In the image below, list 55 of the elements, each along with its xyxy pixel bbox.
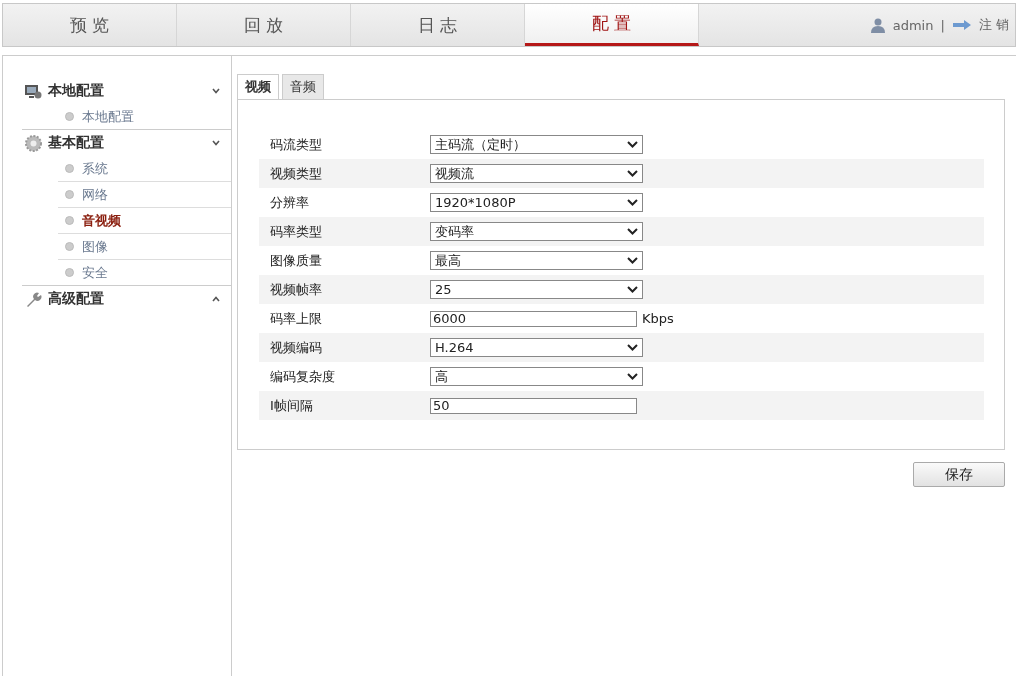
field-label: 视频帧率 bbox=[269, 280, 323, 299]
dropdown[interactable]: 最高 bbox=[430, 251, 643, 270]
chevron-down-icon bbox=[627, 228, 638, 235]
field-label: 码率上限 bbox=[269, 309, 323, 328]
field-label: 图像质量 bbox=[269, 251, 323, 270]
dropdown[interactable]: 25 bbox=[430, 280, 643, 299]
field-label: 分辨率 bbox=[269, 193, 310, 212]
sidebar-item[interactable]: 安全 bbox=[58, 260, 231, 285]
chevron-down-icon bbox=[627, 286, 638, 293]
chevron-down-icon bbox=[627, 199, 638, 206]
gear-icon bbox=[25, 134, 42, 152]
chevron-down-icon bbox=[627, 170, 638, 177]
save-button[interactable]: 保存 bbox=[913, 462, 1005, 487]
tab[interactable]: 视频 bbox=[237, 74, 279, 99]
dropdown[interactable]: 变码率 bbox=[430, 222, 643, 241]
chevron-down-icon bbox=[212, 88, 220, 94]
field-label: 视频编码 bbox=[269, 338, 323, 357]
chevron-down-icon bbox=[627, 141, 638, 148]
chevron-down-icon bbox=[627, 344, 638, 351]
sidebar-item[interactable]: 图像 bbox=[58, 234, 231, 260]
separator: | bbox=[940, 17, 945, 33]
dropdown[interactable]: 高 bbox=[430, 367, 643, 386]
input-field[interactable]: 6000 bbox=[430, 310, 637, 327]
field-label: 码率类型 bbox=[269, 222, 323, 241]
chevron-up-icon bbox=[212, 296, 220, 302]
dropdown[interactable]: 主码流（定时） bbox=[430, 135, 643, 154]
field-label: 编码复杂度 bbox=[269, 367, 336, 386]
dropdown[interactable]: 1920*1080P bbox=[430, 193, 643, 212]
field-label: 视频类型 bbox=[269, 164, 323, 183]
nav-tab[interactable]: 回 放 bbox=[177, 4, 351, 46]
tab[interactable]: 音频 bbox=[282, 74, 324, 99]
nav-tab[interactable]: 配 置 bbox=[525, 4, 699, 46]
sidebar-item[interactable]: 音视频 bbox=[58, 208, 231, 234]
dropdown[interactable]: H.264 bbox=[430, 338, 643, 357]
sidebar-item[interactable]: 本地配置 bbox=[58, 104, 231, 129]
logout-link[interactable]: 注 销 bbox=[978, 16, 1009, 34]
monitor-icon bbox=[25, 83, 42, 99]
input-field[interactable]: 50 bbox=[430, 397, 637, 414]
chevron-down-icon bbox=[627, 373, 638, 380]
wrench-icon bbox=[25, 290, 42, 308]
chevron-down-icon bbox=[627, 257, 638, 264]
sidebar-group-header[interactable]: 本地配置 bbox=[22, 78, 231, 104]
nav-tab[interactable]: 预 览 bbox=[3, 4, 177, 46]
unit-label: Kbps bbox=[642, 311, 674, 326]
sidebar-group-header[interactable]: 基本配置 bbox=[22, 130, 231, 156]
field-label: I帧间隔 bbox=[269, 396, 314, 415]
sidebar-group-header[interactable]: 高级配置 bbox=[22, 286, 231, 312]
sidebar-item[interactable]: 网络 bbox=[58, 182, 231, 208]
field-label: 码流类型 bbox=[269, 135, 323, 154]
username: admin bbox=[892, 17, 934, 33]
dropdown[interactable]: 视频流 bbox=[430, 164, 643, 183]
sidebar-item[interactable]: 系统 bbox=[58, 156, 231, 182]
arrow-icon bbox=[951, 19, 972, 31]
user-icon bbox=[869, 17, 886, 33]
chevron-down-icon bbox=[212, 140, 220, 146]
